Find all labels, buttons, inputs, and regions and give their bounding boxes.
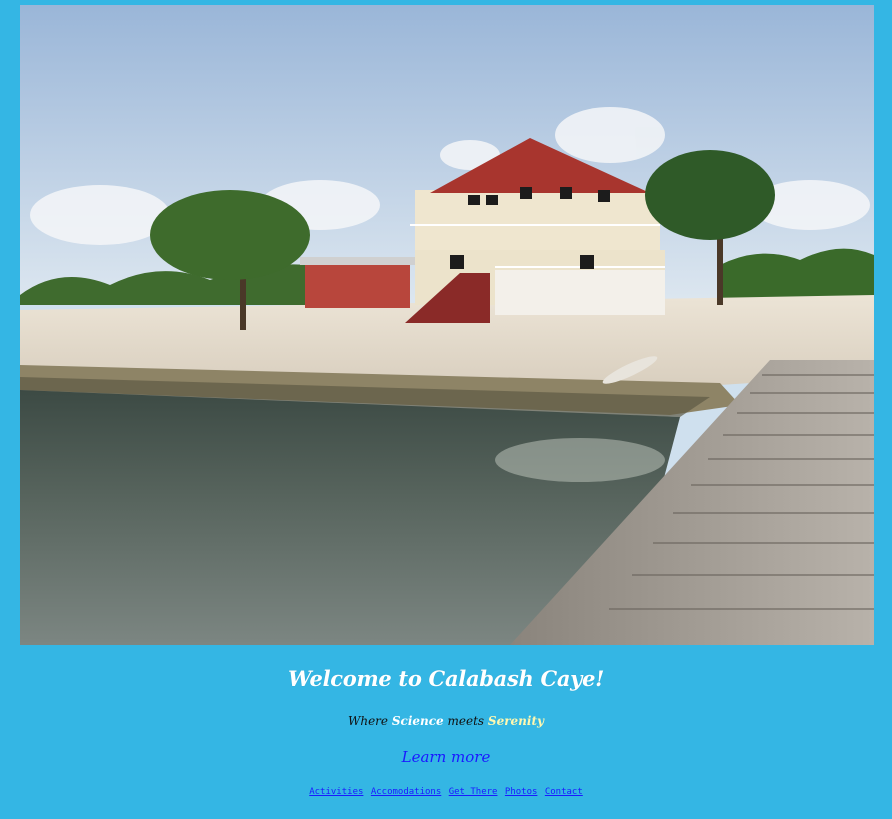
hero-photo [20, 5, 874, 645]
page-title: Welcome to Calabash Caye! [287, 666, 605, 691]
tagline-serenity: Serenity [487, 714, 544, 728]
learn-more-container: Learn more [0, 748, 892, 766]
tagline-middle: meets [447, 714, 485, 728]
nav-link-get-there[interactable]: Get There [449, 787, 498, 797]
nav-link-accomodations[interactable]: Accomodations [371, 787, 441, 797]
nav-link-contact[interactable]: Contact [545, 787, 583, 797]
nav-link-photos[interactable]: Photos [505, 787, 538, 797]
tagline: Where Science meets Serenity [0, 714, 892, 728]
footer-nav: Activities Accomodations Get There Photo… [0, 787, 892, 797]
tagline-prefix: Where [348, 714, 389, 728]
learn-more-link[interactable]: Learn more [402, 748, 491, 766]
nav-link-activities[interactable]: Activities [309, 787, 363, 797]
tagline-science: Science [391, 714, 444, 728]
hero-illustration [20, 5, 874, 645]
